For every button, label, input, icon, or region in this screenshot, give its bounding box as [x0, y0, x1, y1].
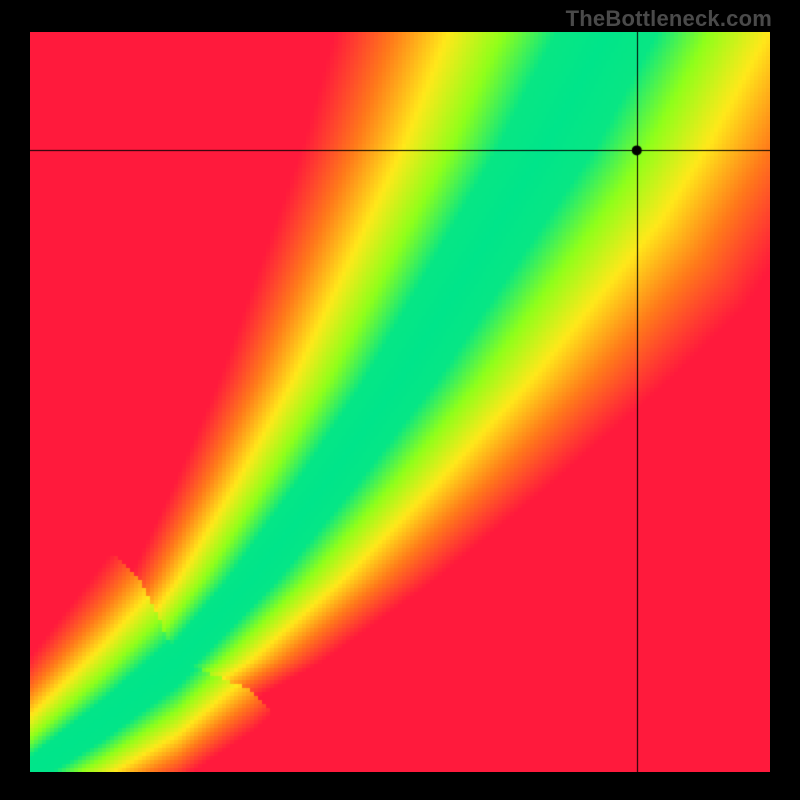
- watermark-text: TheBottleneck.com: [566, 6, 772, 32]
- app-frame: TheBottleneck.com: [0, 0, 800, 800]
- heatmap-plot: [30, 32, 770, 772]
- heatmap-canvas: [30, 32, 770, 772]
